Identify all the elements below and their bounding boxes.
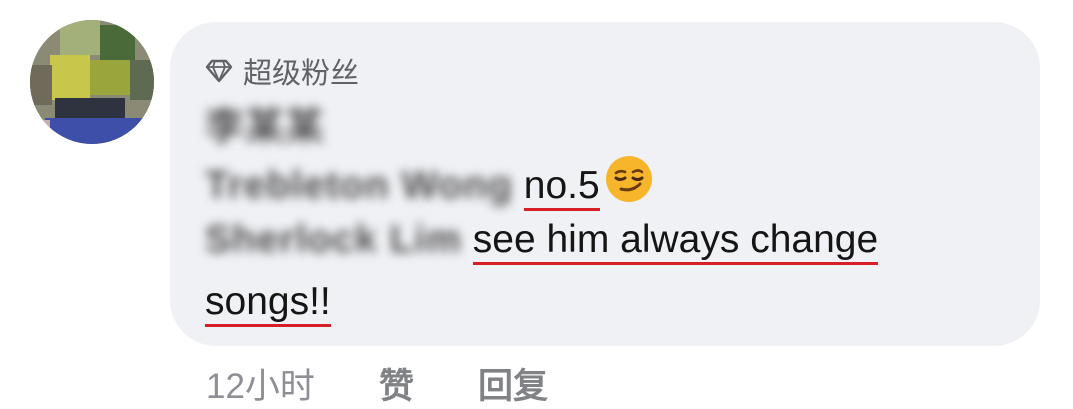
like-button[interactable]: 赞 — [379, 358, 414, 409]
comment-line-1: Trebleton Wong no.5 — [205, 154, 654, 211]
comment-line-3: songs!! — [205, 280, 331, 327]
reply-button[interactable]: 回复 — [478, 358, 548, 409]
super-fan-badge: 超级粉丝 — [205, 50, 359, 92]
comment-line-2: Sherlock Lim see him always change — [205, 218, 879, 265]
author-name-blurred[interactable]: 李某某 — [205, 96, 325, 152]
mention-1-text: no.5 — [523, 164, 600, 211]
badge-label: 超级粉丝 — [243, 58, 360, 90]
avatar[interactable] — [30, 20, 154, 144]
diamond-icon — [205, 59, 233, 83]
timestamp: 12小时 — [206, 367, 315, 406]
mention-1-blurred[interactable]: Trebleton Wong — [205, 164, 513, 208]
comment-continuation: songs!! — [205, 280, 331, 327]
comment-footer: 12小时 赞 回复 — [206, 358, 548, 409]
smirking-face-emoji — [604, 154, 654, 204]
comment-author[interactable]: 李某某 — [205, 96, 325, 152]
mention-2-text: see him always change — [472, 218, 879, 265]
mention-2-blurred[interactable]: Sherlock Lim — [205, 218, 462, 262]
